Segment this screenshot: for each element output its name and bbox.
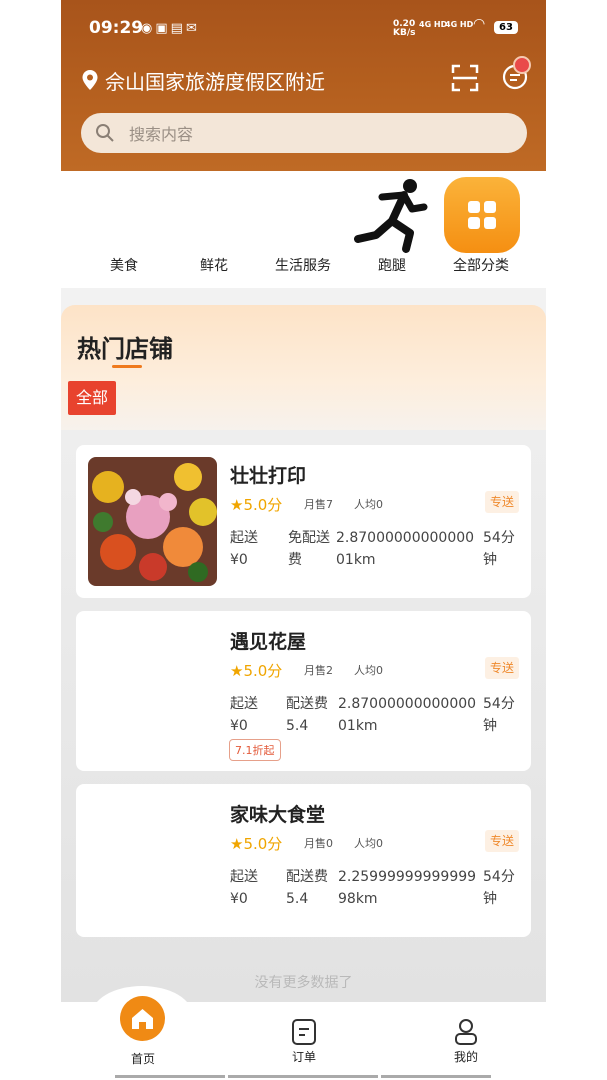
home-icon[interactable] — [120, 996, 165, 1041]
delivery-tag: 专送 — [485, 830, 519, 852]
shop-image — [88, 457, 217, 586]
shop-name: 遇见花屋 — [230, 631, 307, 653]
title-underline — [112, 365, 142, 368]
category-all[interactable]: 全部分类 — [436, 255, 526, 275]
shop-card[interactable]: 家味大食堂 ★ 5.0分 月售0 人均0 专送 起送 ¥0 配送费 5.4 2.… — [76, 784, 531, 937]
avg-price: 人均0 — [354, 837, 383, 850]
home-indicator — [228, 1075, 378, 1078]
filter-all-button[interactable]: 全部 — [68, 381, 116, 415]
order-icon[interactable] — [291, 1018, 317, 1046]
category-flowers[interactable]: 鲜花 — [169, 255, 259, 275]
grid-icon[interactable] — [444, 177, 520, 253]
wechat-icon: ◉ — [141, 21, 156, 36]
delivery-tag: 专送 — [485, 491, 519, 513]
category-life-service[interactable]: 生活服务 — [258, 255, 348, 275]
search-icon — [96, 124, 114, 142]
tab-orders[interactable]: 订单 — [274, 1048, 334, 1065]
home-indicator — [381, 1075, 491, 1078]
star-icon: ★ — [230, 495, 244, 514]
avg-price: 人均0 — [354, 498, 383, 511]
scan-icon[interactable] — [451, 64, 479, 92]
profile-icon[interactable] — [453, 1018, 479, 1046]
delivery-time: 54分 钟 — [483, 530, 515, 568]
unread-dot — [513, 56, 531, 74]
runner-icon[interactable] — [352, 177, 432, 257]
delivery-fee: 免配送 费 — [288, 530, 330, 568]
home-indicator — [115, 1075, 225, 1078]
min-order: 起送 ¥0 — [230, 530, 258, 568]
location-text: 佘山国家旅游度假区附近 — [105, 69, 325, 94]
search-input[interactable]: 搜索内容 — [129, 121, 193, 145]
star-icon: ★ — [230, 834, 244, 853]
shop-card[interactable]: 壮壮打印 ★ 5.0分 月售7 人均0 专送 起送 ¥0 免配送 费 2.870… — [76, 445, 531, 598]
delivery-time: 54分 钟 — [483, 869, 515, 907]
hot-shops-section: 热门店铺 全部 — [61, 305, 546, 435]
monthly-sales: 月售0 — [304, 837, 333, 850]
tab-profile[interactable]: 我的 — [436, 1048, 496, 1065]
network-speed: 0.20 KB/s — [393, 19, 416, 38]
shop-rating: ★ 5.0分 — [230, 834, 283, 854]
tab-home[interactable]: 首页 — [113, 1050, 173, 1067]
distance: 2.87000000000000 01km — [336, 530, 475, 568]
search-bar[interactable]: 搜索内容 — [81, 113, 527, 153]
notification-icons: ◉▣▤✉ — [141, 21, 200, 36]
min-order: 起送 ¥0 — [230, 869, 258, 907]
signal-1: 4G HD — [419, 20, 448, 29]
shop-list: 壮壮打印 ★ 5.0分 月售7 人均0 专送 起送 ¥0 免配送 费 2.870… — [61, 430, 546, 1002]
delivery-fee: 配送费 5.4 — [286, 696, 328, 734]
monthly-sales: 月售2 — [304, 664, 333, 677]
shop-rating: ★ 5.0分 — [230, 661, 283, 681]
category-food[interactable]: 美食 — [79, 255, 169, 275]
section-title: 热门店铺 — [77, 335, 173, 363]
mail-icon: ✉ — [185, 21, 200, 36]
taobao-icon: ▤ — [170, 21, 186, 36]
discount-badge: 7.1折起 — [229, 739, 281, 761]
shop-card[interactable]: 遇见花屋 ★ 5.0分 月售2 人均0 专送 起送 ¥0 配送费 5.4 2.8… — [76, 611, 531, 771]
star-icon: ★ — [230, 661, 244, 680]
delivery-time: 54分 钟 — [483, 696, 515, 734]
signal-2: 4G HD — [445, 20, 474, 29]
shop-name: 壮壮打印 — [230, 465, 307, 487]
avg-price: 人均0 — [354, 664, 383, 677]
min-order: 起送 ¥0 — [230, 696, 258, 734]
location-pin-icon — [82, 70, 98, 90]
battery-icon: 63 — [494, 21, 518, 34]
location-selector[interactable]: 佘山国家旅游度假区附近 — [81, 66, 325, 94]
wifi-icon: ◠ — [473, 16, 486, 32]
header: 09:29 ◉▣▤✉ 0.20 KB/s 4G HD 4G HD ◠ 63 佘山… — [61, 0, 546, 171]
shop-rating: ★ 5.0分 — [230, 495, 283, 515]
status-bar: 09:29 ◉▣▤✉ 0.20 KB/s 4G HD 4G HD ◠ 63 — [61, 12, 546, 44]
category-errand[interactable]: 跑腿 — [347, 255, 437, 275]
distance: 2.25999999999999 98km — [338, 869, 477, 907]
monthly-sales: 月售7 — [304, 498, 333, 511]
distance: 2.87000000000000 01km — [338, 696, 477, 734]
phone-screen: 09:29 ◉▣▤✉ 0.20 KB/s 4G HD 4G HD ◠ 63 佘山… — [61, 0, 546, 1080]
shop-name: 家味大食堂 — [230, 804, 326, 826]
image-icon: ▣ — [155, 21, 171, 36]
status-time: 09:29 — [89, 18, 144, 38]
delivery-tag: 专送 — [485, 657, 519, 679]
delivery-fee: 配送费 5.4 — [286, 869, 328, 907]
